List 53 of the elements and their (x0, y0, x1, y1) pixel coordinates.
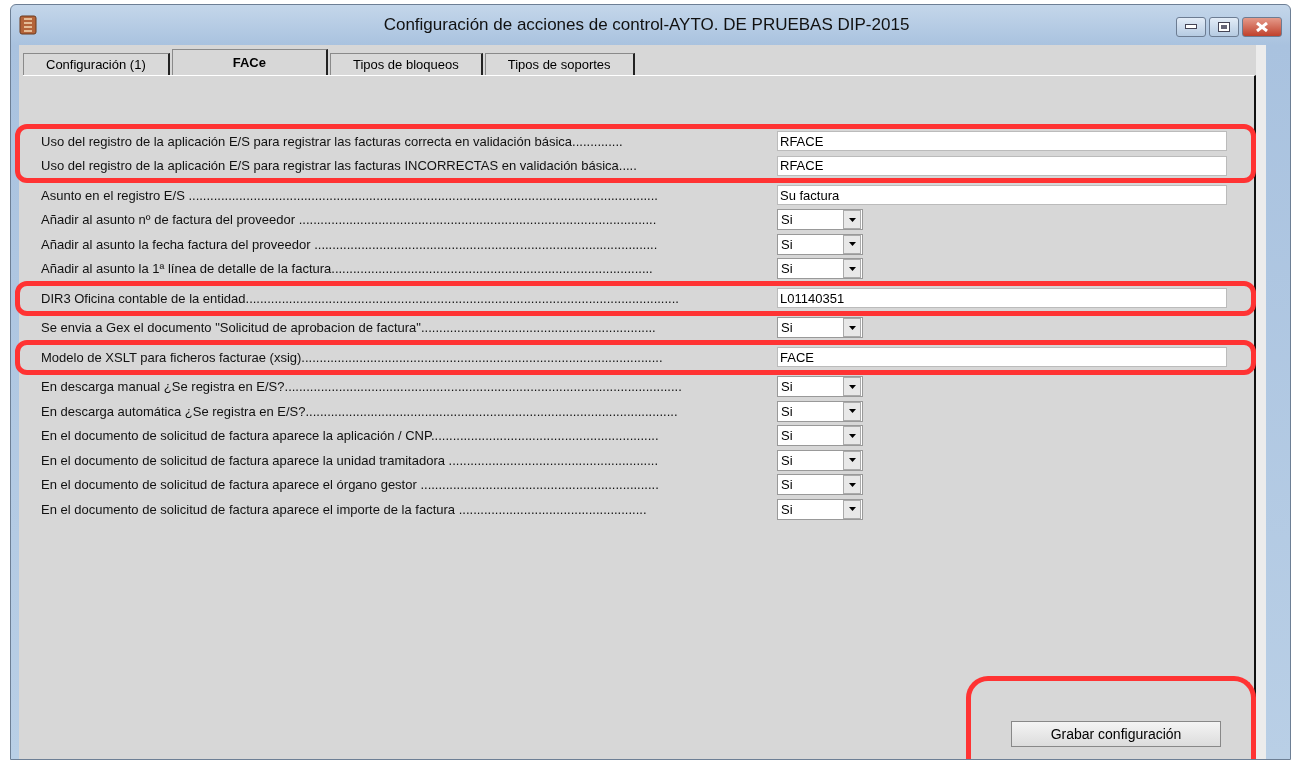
book-icon (19, 15, 37, 35)
caret-icon (848, 507, 856, 512)
text-field[interactable]: FACE (777, 347, 1227, 368)
dropdown[interactable]: Si (777, 498, 863, 520)
field-label: En el documento de solicitud de factura aparece la aplicación / CNP............................................................... (41, 428, 660, 444)
tab[interactable]: Tipos de soportes (484, 53, 635, 75)
field-label: En el documento de solicitud de factura aparece el importe de la factura .................................................... (41, 501, 648, 517)
minimize-button[interactable] (1176, 17, 1206, 37)
field-label: En el documento de solicitud de factura aparece la unidad tramitadora .......................................................... (41, 452, 660, 468)
dropdown[interactable]: Si (777, 317, 863, 339)
dropdown[interactable]: Si (777, 425, 863, 447)
window-title: Configuración de acciones de control-AYTO. DE PRUEBAS DIP-2015 (382, 15, 911, 35)
text-field[interactable]: RFACE (777, 131, 1227, 152)
caret-icon (848, 242, 856, 247)
field-label: DIR3 Oficina contable de la entidad........................................................................................................................ (41, 290, 680, 306)
minimize-icon (1185, 24, 1197, 30)
field-label: Modelo de XSLT para ficheros facturae (xsig).................................................................................................... (41, 349, 664, 365)
dropdown[interactable]: Si (777, 449, 863, 471)
field-label: Añadir al asunto la 1ª línea de detalle de la factura......................................................................................... (41, 261, 654, 277)
tab[interactable]: FACe (171, 49, 328, 75)
field-label: Añadir al asunto nº de factura del proveedor ................................................................................................... (41, 212, 658, 228)
close-icon (1255, 22, 1269, 32)
caret-icon (848, 458, 856, 463)
maximize-icon (1218, 22, 1230, 32)
dropdown[interactable]: Si (777, 400, 863, 422)
field-label: Asunto en el registro E/S .................................................................................................................................. (41, 187, 659, 203)
caret-icon (848, 482, 856, 487)
dropdown[interactable]: Si (777, 233, 863, 255)
tab[interactable]: Tipos de bloqueos (329, 53, 483, 75)
field-label: En el documento de solicitud de factura aparece el órgano gestor .................................................................. (41, 477, 660, 493)
text-field[interactable]: L01140351 (777, 288, 1227, 309)
field-label: En descarga automática ¿Se registra en E/S?....................................................................................................... (41, 403, 679, 419)
field-label: Uso del registro de la aplicación E/S para registrar las facturas correcta en validación básica.............. (41, 133, 624, 149)
caret-icon (848, 325, 856, 330)
save-button[interactable]: Grabar configuración (1011, 721, 1221, 747)
text-field[interactable]: Su factura (777, 185, 1227, 206)
dropdown[interactable]: Si (777, 258, 863, 280)
caret-icon (848, 433, 856, 438)
field-label: Se envia a Gex el documento "Solicitud de aprobacion de factura"................................................................. (41, 320, 657, 336)
caret-icon (848, 384, 856, 389)
tab[interactable]: Configuración (1) (23, 53, 170, 75)
field-label: Uso del registro de la aplicación E/S para registrar las facturas INCORRECTAS en validación básica..... (41, 158, 638, 174)
caret-icon (848, 217, 856, 222)
maximize-button[interactable] (1209, 17, 1239, 37)
caret-icon (848, 266, 856, 271)
dropdown[interactable]: Si (777, 376, 863, 398)
field-label: En descarga manual ¿Se registra en E/S?.............................................................................................................. (41, 379, 683, 395)
close-button[interactable] (1242, 17, 1282, 37)
dropdown[interactable]: Si (777, 474, 863, 496)
field-label: Añadir al asunto la fecha factura del proveedor ............................................................................................... (41, 236, 659, 252)
dropdown[interactable]: Si (777, 209, 863, 231)
text-field[interactable]: RFACE (777, 155, 1227, 176)
caret-icon (848, 409, 856, 414)
